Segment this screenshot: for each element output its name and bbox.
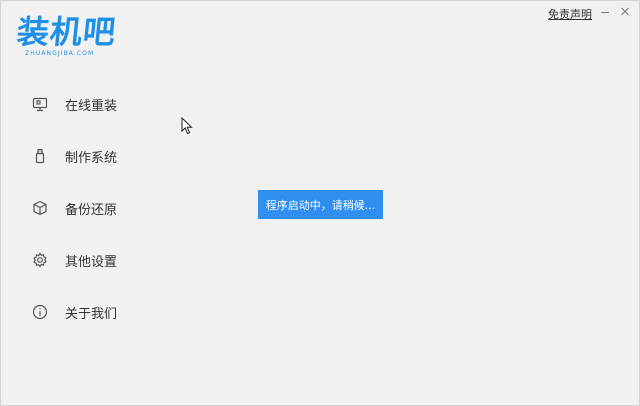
- menu-item-about-us[interactable]: 关于我们: [31, 297, 117, 327]
- menu-item-make-system[interactable]: 制作系统: [31, 141, 117, 171]
- menu-item-label: 备份还原: [65, 202, 118, 218]
- mouse-cursor-icon: [181, 117, 193, 135]
- menu-item-label: 在线重装: [65, 98, 118, 114]
- close-button[interactable]: [617, 3, 633, 19]
- gear-icon: [31, 251, 49, 269]
- disclaimer-link[interactable]: 免责声明: [548, 6, 592, 22]
- logo-subtitle: ZHUANGJIBA.COM: [25, 50, 95, 57]
- window-controls: [597, 3, 633, 19]
- minimize-button[interactable]: [597, 3, 613, 19]
- monitor-icon: [31, 95, 49, 113]
- sidebar-menu: 在线重装 制作系统 备份还原 其他设置 关于我们: [31, 89, 117, 349]
- usb-icon: [31, 147, 49, 165]
- loading-toast: 程序启动中，请稍候...: [258, 190, 383, 219]
- cube-icon: [31, 199, 49, 217]
- menu-item-label: 其他设置: [65, 254, 118, 270]
- logo-title: 装机吧: [15, 13, 119, 51]
- menu-item-label: 制作系统: [65, 150, 118, 166]
- app-window: 装机吧 ZHUANGJIBA.COM 免责声明 在线重装 制作系统 备份还原 其…: [0, 0, 640, 406]
- menu-item-other-settings[interactable]: 其他设置: [31, 245, 117, 275]
- menu-item-backup-restore[interactable]: 备份还原: [31, 193, 117, 223]
- info-icon: [31, 303, 49, 321]
- app-logo: 装机吧 ZHUANGJIBA.COM: [15, 13, 119, 57]
- menu-item-online-reinstall[interactable]: 在线重装: [31, 89, 117, 119]
- menu-item-label: 关于我们: [65, 306, 118, 322]
